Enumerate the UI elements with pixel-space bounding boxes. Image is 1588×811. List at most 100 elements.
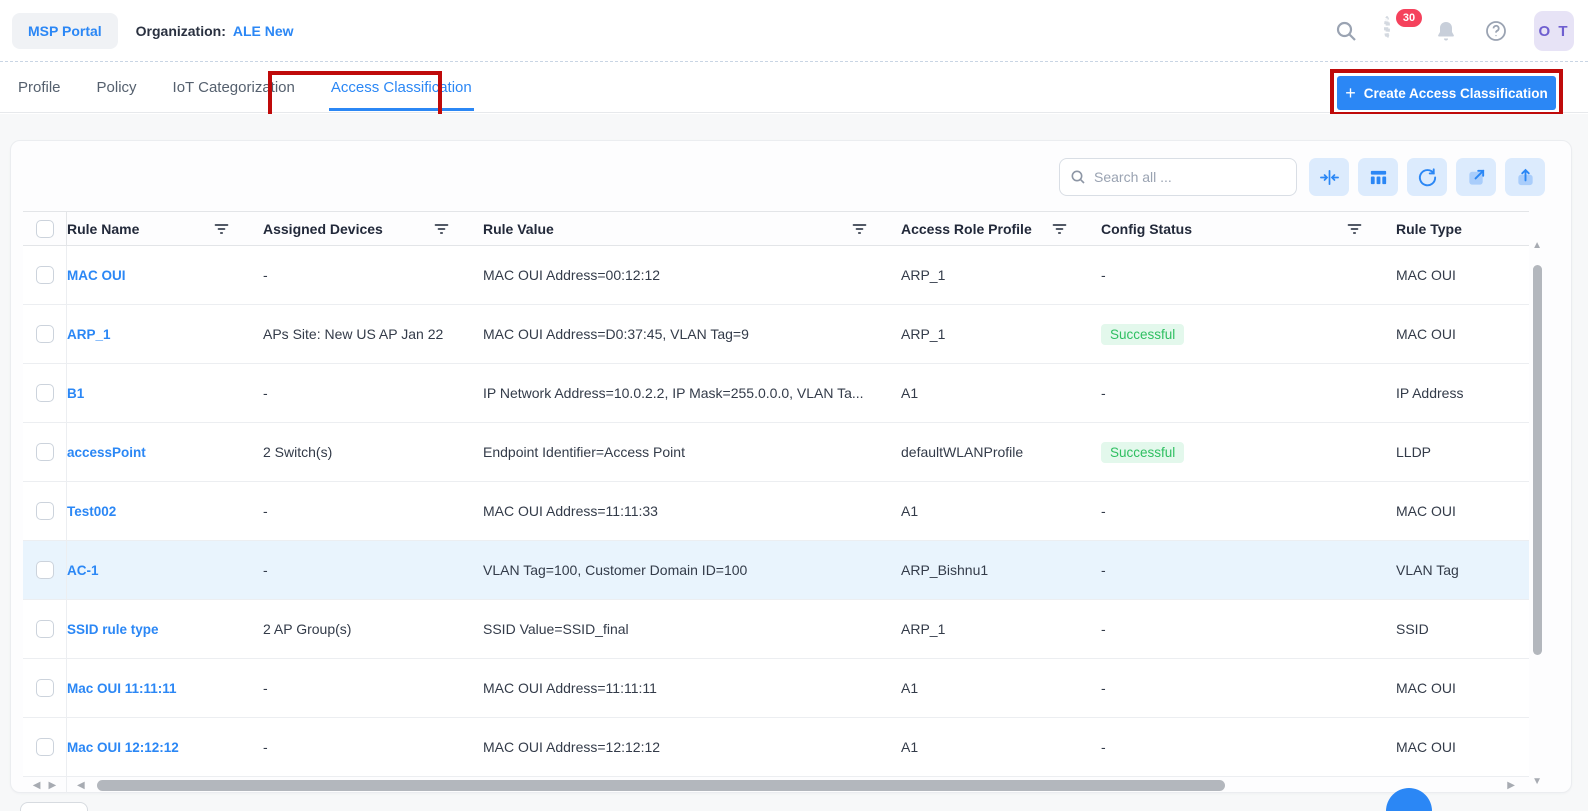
table-row[interactable]: MAC OUI - MAC OUI Address=00:12:12 ARP_1… — [23, 246, 1529, 305]
open-external-button[interactable] — [1456, 158, 1496, 196]
status-badge: Successful — [1101, 442, 1184, 463]
vscroll-up-arrow[interactable]: ▲ — [1532, 241, 1542, 251]
access-classification-panel: Rule Name Assigned Devices — [10, 140, 1572, 793]
assigned-devices-cell: - — [263, 680, 483, 696]
rule-name-link[interactable]: Test002 — [67, 504, 116, 519]
rule-type-cell: VLAN Tag — [1396, 562, 1529, 578]
column-header-rule-type[interactable]: Rule Type — [1396, 212, 1529, 245]
select-all-checkbox[interactable] — [36, 220, 54, 238]
pinned-left-arrow-icon[interactable]: ◀ — [33, 780, 41, 791]
row-checkbox[interactable] — [36, 738, 54, 756]
tab-profile[interactable]: Profile — [16, 65, 63, 110]
bell-icon[interactable] — [1434, 19, 1458, 43]
rule-value-cell: MAC OUI Address=D0:37:45, VLAN Tag=9 — [483, 326, 901, 342]
loading-spinner-icon[interactable]: 30 — [1384, 19, 1408, 43]
rule-type-cell: MAC OUI — [1396, 326, 1529, 342]
search-box — [1059, 158, 1297, 196]
open-external-icon — [1466, 167, 1487, 188]
page-size-button[interactable] — [20, 802, 88, 811]
filter-icon[interactable] — [1052, 222, 1067, 235]
columns-icon — [1368, 167, 1389, 188]
user-avatar[interactable]: O T — [1534, 11, 1574, 51]
row-checkbox[interactable] — [36, 561, 54, 579]
rule-name-link[interactable]: accessPoint — [67, 445, 146, 460]
pinned-right-arrow-icon[interactable]: ▶ — [49, 780, 57, 791]
msp-portal-button[interactable]: MSP Portal — [12, 13, 118, 49]
row-checkbox[interactable] — [36, 325, 54, 343]
column-label: Assigned Devices — [263, 221, 383, 237]
column-label: Config Status — [1101, 221, 1192, 237]
hscroll-left-arrow[interactable]: ◀ — [77, 780, 85, 791]
row-checkbox[interactable] — [36, 266, 54, 284]
rule-type-cell: SSID — [1396, 621, 1529, 637]
filter-icon[interactable] — [434, 222, 449, 235]
rule-name-link[interactable]: Mac OUI 12:12:12 — [67, 740, 179, 755]
rule-value-cell: SSID Value=SSID_final — [483, 621, 901, 637]
row-checkbox[interactable] — [36, 679, 54, 697]
refresh-button[interactable] — [1407, 158, 1447, 196]
hscroll-right-arrow[interactable]: ▶ — [1507, 780, 1515, 791]
organization-value-link[interactable]: ALE New — [233, 23, 294, 39]
row-checkbox[interactable] — [36, 384, 54, 402]
filter-icon[interactable] — [852, 222, 867, 235]
table-row[interactable]: Mac OUI 12:12:12 - MAC OUI Address=12:12… — [23, 718, 1529, 777]
manage-columns-button[interactable] — [1358, 158, 1398, 196]
vertical-scrollbar-thumb[interactable] — [1533, 265, 1542, 655]
rule-value-cell: MAC OUI Address=12:12:12 — [483, 739, 901, 755]
table-row-highlighted[interactable]: AC-1 - VLAN Tag=100, Customer Domain ID=… — [23, 541, 1529, 600]
column-header-config-status[interactable]: Config Status — [1101, 212, 1396, 245]
column-header-rule-value[interactable]: Rule Value — [483, 212, 901, 245]
rule-name-link[interactable]: AC-1 — [67, 563, 99, 578]
export-button[interactable] — [1505, 158, 1545, 196]
config-status-cell: - — [1101, 680, 1396, 696]
tab-policy[interactable]: Policy — [95, 65, 139, 110]
panel-toolbar — [11, 141, 1571, 211]
table-row[interactable]: Mac OUI 11:11:11 - MAC OUI Address=11:11… — [23, 659, 1529, 718]
horizontal-scrollbar-thumb[interactable] — [97, 780, 1225, 791]
row-checkbox-cell — [23, 482, 67, 540]
rule-name-link[interactable]: SSID rule type — [67, 622, 159, 637]
top-bar: MSP Portal Organization: ALE New 30 — [0, 0, 1588, 62]
table-row[interactable]: SSID rule type 2 AP Group(s) SSID Value=… — [23, 600, 1529, 659]
column-header-rule-name[interactable]: Rule Name — [67, 212, 263, 245]
rule-name-link[interactable]: Mac OUI 11:11:11 — [67, 681, 177, 696]
row-checkbox[interactable] — [36, 443, 54, 461]
rule-name-link[interactable]: ARP_1 — [67, 327, 111, 342]
table-row[interactable]: B1 - IP Network Address=10.0.2.2, IP Mas… — [23, 364, 1529, 423]
search-icon[interactable] — [1334, 19, 1358, 43]
rule-value-cell: Endpoint Identifier=Access Point — [483, 444, 901, 460]
pinned-scroll-arrows[interactable]: ◀ ▶ — [23, 777, 67, 793]
help-icon[interactable] — [1484, 19, 1508, 43]
table-row[interactable]: ARP_1 APs Site: New US AP Jan 22 MAC OUI… — [23, 305, 1529, 364]
access-role-profile-cell: ARP_1 — [901, 267, 1101, 283]
vscroll-down-arrow[interactable]: ▼ — [1532, 777, 1542, 787]
filter-icon[interactable] — [1347, 222, 1362, 235]
tab-access-classification[interactable]: Access Classification — [329, 65, 474, 110]
assigned-devices-cell: 2 AP Group(s) — [263, 621, 483, 637]
rule-type-cell: MAC OUI — [1396, 680, 1529, 696]
assigned-devices-cell: - — [263, 503, 483, 519]
rule-type-cell: IP Address — [1396, 385, 1529, 401]
row-checkbox[interactable] — [36, 620, 54, 638]
rule-value-cell: MAC OUI Address=00:12:12 — [483, 267, 901, 283]
access-role-profile-cell: A1 — [901, 503, 1101, 519]
horizontal-scrollbar[interactable] — [93, 780, 1500, 791]
rule-value-cell: MAC OUI Address=11:11:33 — [483, 503, 901, 519]
table-row[interactable]: Test002 - MAC OUI Address=11:11:33 A1 - … — [23, 482, 1529, 541]
filter-icon[interactable] — [214, 222, 229, 235]
config-status-cell: Successful — [1101, 442, 1396, 463]
assigned-devices-cell: - — [263, 562, 483, 578]
vertical-scrollbar[interactable] — [1533, 253, 1543, 769]
rule-name-link[interactable]: B1 — [67, 386, 84, 401]
config-status-cell: - — [1101, 503, 1396, 519]
table-row[interactable]: accessPoint 2 Switch(s) Endpoint Identif… — [23, 423, 1529, 482]
create-access-classification-button[interactable]: + Create Access Classification — [1337, 76, 1556, 110]
search-input[interactable] — [1094, 169, 1286, 185]
rule-name-link[interactable]: MAC OUI — [67, 268, 126, 283]
tab-iot-categorization[interactable]: IoT Categorization — [171, 65, 297, 110]
row-checkbox[interactable] — [36, 502, 54, 520]
config-status-cell: - — [1101, 621, 1396, 637]
fit-columns-button[interactable] — [1309, 158, 1349, 196]
column-header-access-role-profile[interactable]: Access Role Profile — [901, 212, 1101, 245]
column-header-assigned-devices[interactable]: Assigned Devices — [263, 212, 483, 245]
